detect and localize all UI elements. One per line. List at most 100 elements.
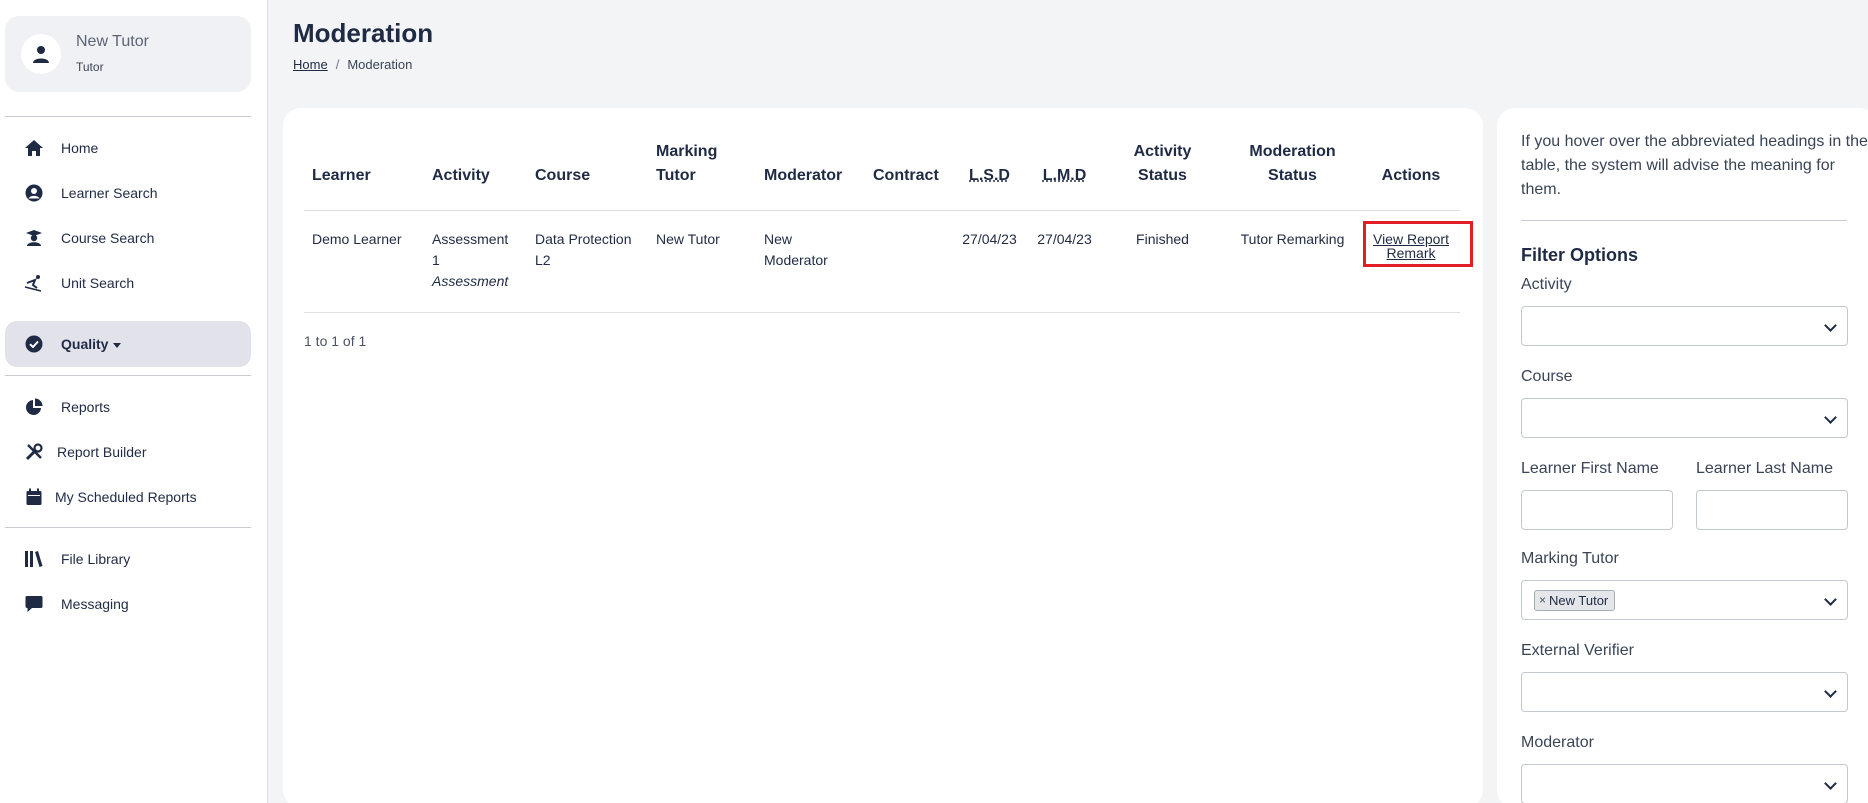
filter-divider [1521,220,1847,221]
sidebar-item-label: Reports [61,399,111,415]
lmd-abbr: L.M.D [1042,167,1087,184]
column-header-lmd[interactable]: L.M.D [1027,140,1102,211]
chevron-down-icon [1824,777,1837,790]
sidebar-item-label: File Library [61,551,131,567]
column-header-course[interactable]: Course [527,140,648,211]
last-name-input[interactable] [1696,490,1848,530]
activity-filter-label: Activity [1521,276,1572,293]
breadcrumb: Home / Moderation [293,57,412,72]
pie-chart-icon [22,395,46,419]
page-title: Moderation [293,18,434,48]
check-circle-icon [22,332,46,356]
column-header-activity-status[interactable]: Activity Status [1102,140,1223,211]
table-header-row: Learner Activity Course Marking Tutor Mod… [304,140,1460,211]
home-icon [22,136,46,160]
marking-tutor-filter-label: Marking Tutor [1521,550,1619,567]
moderator-line: Moderator [764,252,828,268]
nav-divider [5,527,251,528]
breadcrumb-separator: / [335,57,340,72]
chip-label: New Tutor [1549,593,1609,608]
message-icon [22,592,46,616]
column-header-contract[interactable]: Contract [865,140,952,211]
selected-tutor-chip: × New Tutor [1534,590,1616,611]
cell-activity: Assessment 1 Assessment [424,210,527,313]
first-name-label: Learner First Name [1521,460,1659,477]
sidebar-item-label: Messaging [61,596,129,612]
tools-icon [22,440,46,464]
column-header-marking-tutor[interactable]: Marking Tutor [648,140,756,211]
user-circle-icon [22,181,46,205]
header-line: Marking [656,143,718,160]
column-header-activity[interactable]: Activity [424,140,527,211]
user-card[interactable]: New Tutor Tutor [5,16,251,92]
column-header-moderator[interactable]: Moderator [756,140,865,211]
column-header-moderation-status[interactable]: Moderation Status [1223,140,1362,211]
course-filter-select[interactable] [1521,398,1848,438]
sidebar-item-home[interactable]: Home [5,128,251,168]
pagination-info: 1 to 1 of 1 [304,333,367,349]
breadcrumb-home-link[interactable]: Home [293,57,328,72]
course-line: Data Protection [535,231,632,247]
marking-tutor-filter-select[interactable]: × New Tutor [1521,580,1848,620]
sidebar-item-label: Report Builder [57,444,147,460]
quality-label: Quality [61,336,109,352]
column-header-actions: Actions [1362,140,1460,211]
table-row: Demo Learner Assessment 1 Assessment Data … [304,210,1473,313]
user-role: Tutor [76,60,104,74]
moderator-filter-select[interactable] [1521,764,1848,803]
books-icon [22,547,46,571]
column-header-lsd[interactable]: L.S.D [952,140,1027,211]
course-line: L2 [535,252,551,268]
sidebar-item-label: Quality [61,336,122,352]
breadcrumb-current: Moderation [347,57,413,72]
sidebar-item-messaging[interactable]: Messaging [5,584,251,624]
moderation-table-card: Learner Activity Course Marking Tutor Mod… [283,108,1483,803]
remove-chip-icon[interactable]: × [1539,591,1546,610]
sidebar-item-quality[interactable]: Quality [5,321,251,367]
caret-down-icon [113,342,122,348]
cell-course: Data Protection L2 [527,210,648,313]
external-verifier-filter-label: External Verifier [1521,642,1634,659]
cell-contract [865,210,952,313]
nav-divider [5,116,251,117]
activity-type: Assessment [432,273,509,289]
sidebar-item-course-search[interactable]: Course Search [5,218,251,258]
filter-title: Filter Options [1521,245,1638,265]
column-header-learner[interactable]: Learner [304,140,424,211]
cell-lmd: 27/04/23 [1027,210,1102,313]
cell-marking-tutor: New Tutor [648,210,756,313]
external-verifier-filter-select[interactable] [1521,672,1848,712]
user-name: New Tutor [76,33,149,50]
sidebar-item-scheduled-reports[interactable]: My Scheduled Reports [5,477,251,517]
cell-lsd: 27/04/23 [952,210,1027,313]
chevron-down-icon [1824,593,1837,606]
user-icon [33,46,49,63]
chevron-down-icon [1824,411,1837,424]
header-line: Tutor [656,167,696,184]
moderation-table: Learner Activity Course Marking Tutor Mod… [304,140,1473,313]
filter-panel: If you hover over the abbreviated headin… [1497,108,1868,803]
activity-name-line: 1 [432,252,440,268]
sidebar-item-label: Learner Search [61,185,158,201]
sidebar-item-reports[interactable]: Reports [5,387,251,427]
nav-divider [5,375,251,376]
activity-filter-select[interactable] [1521,306,1848,346]
course-filter-label: Course [1521,368,1573,385]
sidebar-item-learner-search[interactable]: Learner Search [5,173,251,213]
cell-actions: View Report Remark [1362,210,1473,313]
sidebar-item-file-library[interactable]: File Library [5,539,251,579]
skiing-icon [22,271,46,295]
moderator-line: New [764,231,793,247]
sidebar-item-report-builder[interactable]: Report Builder [5,432,251,472]
chevron-down-icon [1824,319,1837,332]
moderator-filter-label: Moderator [1521,734,1594,751]
graduate-icon [22,226,46,250]
sidebar-item-label: Home [61,140,99,156]
sidebar-item-label: Unit Search [61,275,135,291]
activity-name-line: Assessment [432,231,509,247]
first-name-input[interactable] [1521,490,1673,530]
sidebar-item-label: Course Search [61,230,155,246]
sidebar: New Tutor Tutor Home Learner Search Cour… [0,0,268,803]
sidebar-item-unit-search[interactable]: Unit Search [5,263,251,303]
cell-moderator: New Moderator [756,210,865,313]
